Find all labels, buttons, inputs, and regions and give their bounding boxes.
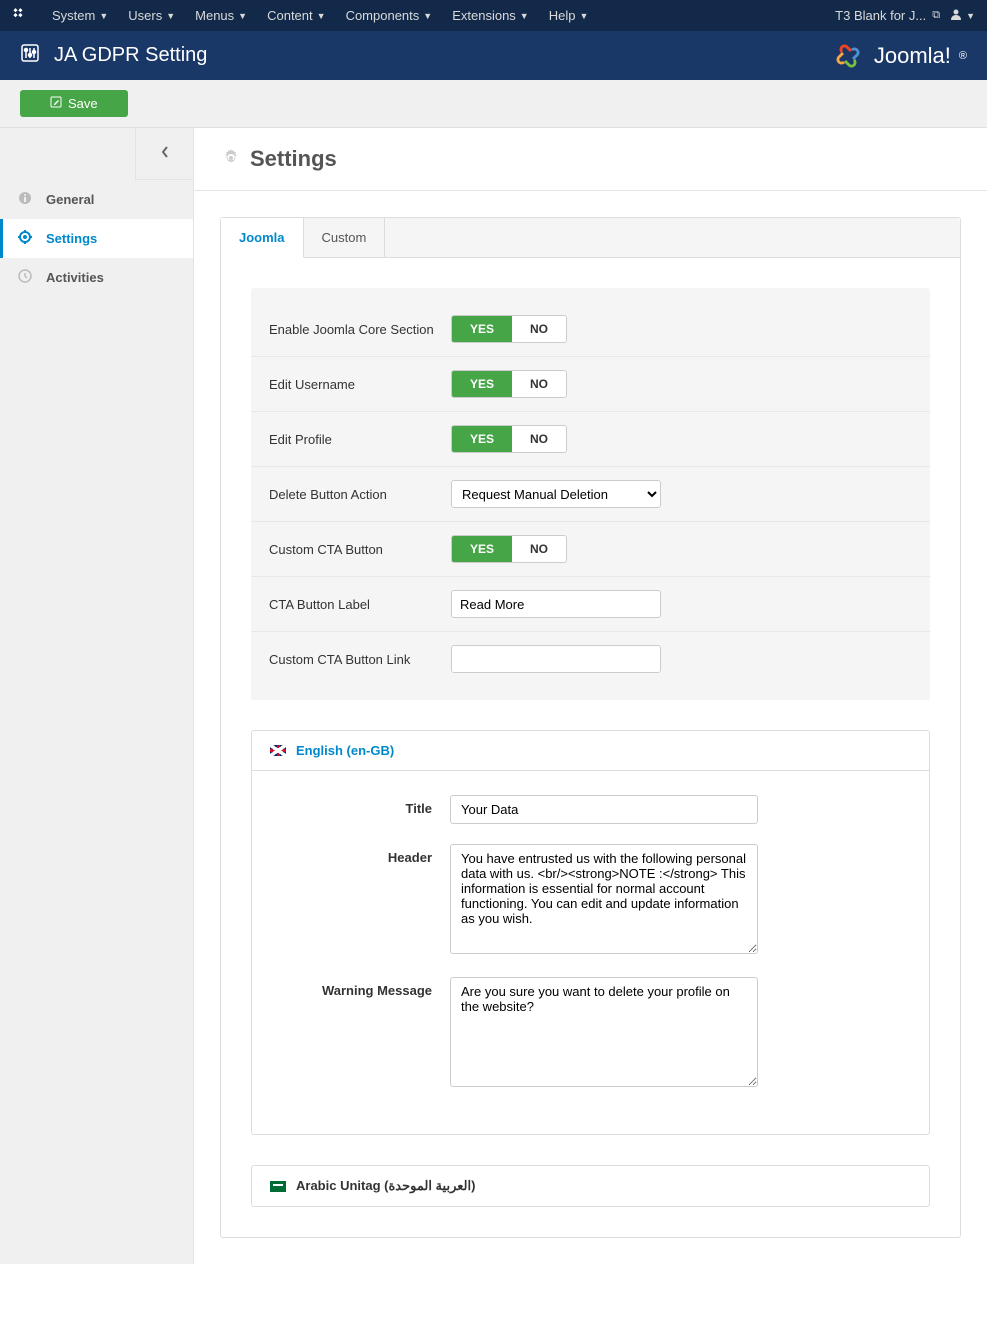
toggle-yes[interactable]: YES xyxy=(452,536,512,562)
caret-down-icon: ▼ xyxy=(966,11,975,21)
toggle-no[interactable]: NO xyxy=(512,316,566,342)
lang-header-en[interactable]: English (en-GB) xyxy=(252,731,929,771)
delete-action-select[interactable]: Request Manual Deletion xyxy=(451,480,661,508)
site-link[interactable]: T3 Blank for J... ⧉ xyxy=(835,8,940,23)
title-input[interactable] xyxy=(450,795,758,824)
menu-menus[interactable]: Menus▼ xyxy=(185,1,257,30)
edit-profile-toggle[interactable]: YES NO xyxy=(451,425,567,453)
edit-profile-label: Edit Profile xyxy=(269,432,451,447)
top-menu: System▼ Users▼ Menus▼ Content▼ Component… xyxy=(42,1,835,30)
caret-down-icon: ▼ xyxy=(99,11,108,21)
sidebar-item-label: General xyxy=(46,192,94,207)
menu-help[interactable]: Help▼ xyxy=(539,1,599,30)
lang-panel-en: English (en-GB) Title Header You have en… xyxy=(251,730,930,1135)
sidebar: General Settings Activities xyxy=(0,128,194,1264)
info-icon xyxy=(18,191,32,208)
custom-cta-toggle[interactable]: YES NO xyxy=(451,535,567,563)
sidebar-collapse-button[interactable] xyxy=(135,128,193,180)
top-navigation: System▼ Users▼ Menus▼ Content▼ Component… xyxy=(0,0,987,31)
menu-extensions[interactable]: Extensions▼ xyxy=(442,1,539,30)
menu-components[interactable]: Components▼ xyxy=(336,1,443,30)
pencil-icon xyxy=(50,96,62,111)
custom-cta-label: Custom CTA Button xyxy=(269,542,451,557)
toggle-yes[interactable]: YES xyxy=(452,371,512,397)
sidebar-item-label: Activities xyxy=(46,270,104,285)
toolbar: Save xyxy=(0,80,987,128)
joomla-logo: Joomla!® xyxy=(830,38,967,74)
menu-users[interactable]: Users▼ xyxy=(118,1,185,30)
warning-label: Warning Message xyxy=(270,977,450,1090)
lang-panel-ar: Arabic Unitag (العربية الموحدة) xyxy=(251,1165,930,1207)
header-label: Header xyxy=(270,844,450,957)
page-title: JA GDPR Setting xyxy=(54,44,207,67)
menu-content[interactable]: Content▼ xyxy=(257,1,335,30)
caret-down-icon: ▼ xyxy=(520,11,529,21)
caret-down-icon: ▼ xyxy=(238,11,247,21)
header-textarea[interactable]: You have entrusted us with the following… xyxy=(450,844,758,954)
warning-textarea[interactable]: Are you sure you want to delete your pro… xyxy=(450,977,758,1087)
tab-joomla[interactable]: Joomla xyxy=(221,218,304,258)
clock-icon xyxy=(18,269,32,286)
user-menu[interactable]: ▼ xyxy=(950,8,975,23)
flag-ar-icon xyxy=(270,1181,286,1192)
sidebar-item-settings[interactable]: Settings xyxy=(0,219,193,258)
equalizer-icon xyxy=(20,43,40,69)
enable-core-label: Enable Joomla Core Section xyxy=(269,322,451,337)
toggle-no[interactable]: NO xyxy=(512,426,566,452)
content-title: Settings xyxy=(250,146,337,172)
cta-link-label: Custom CTA Button Link xyxy=(269,652,451,667)
cta-label-label: CTA Button Label xyxy=(269,597,451,612)
caret-down-icon: ▼ xyxy=(579,11,588,21)
delete-action-label: Delete Button Action xyxy=(269,487,451,502)
flag-gb-icon xyxy=(270,745,286,756)
edit-username-label: Edit Username xyxy=(269,377,451,392)
joomla-icon[interactable] xyxy=(12,6,28,25)
external-link-icon: ⧉ xyxy=(932,9,940,22)
title-label: Title xyxy=(270,795,450,824)
enable-core-toggle[interactable]: YES NO xyxy=(451,315,567,343)
content-header: Settings xyxy=(194,128,987,191)
cta-link-input[interactable] xyxy=(451,645,661,673)
chevron-left-icon xyxy=(161,146,169,161)
toggle-yes[interactable]: YES xyxy=(452,426,512,452)
caret-down-icon: ▼ xyxy=(166,11,175,21)
core-settings-panel: Enable Joomla Core Section YES NO Edit U… xyxy=(251,288,930,700)
cta-label-input[interactable] xyxy=(451,590,661,618)
menu-system[interactable]: System▼ xyxy=(42,1,118,30)
caret-down-icon: ▼ xyxy=(317,11,326,21)
header-bar: JA GDPR Setting Joomla!® xyxy=(0,31,987,80)
sidebar-item-activities[interactable]: Activities xyxy=(0,258,193,297)
gear-icon xyxy=(18,230,32,247)
toggle-no[interactable]: NO xyxy=(512,536,566,562)
gear-icon xyxy=(222,149,240,170)
caret-down-icon: ▼ xyxy=(423,11,432,21)
tab-custom[interactable]: Custom xyxy=(304,218,386,257)
sidebar-item-general[interactable]: General xyxy=(0,180,193,219)
edit-username-toggle[interactable]: YES NO xyxy=(451,370,567,398)
save-button[interactable]: Save xyxy=(20,90,128,117)
toggle-no[interactable]: NO xyxy=(512,371,566,397)
sidebar-item-label: Settings xyxy=(46,231,97,246)
lang-header-ar[interactable]: Arabic Unitag (العربية الموحدة) xyxy=(252,1166,929,1206)
toggle-yes[interactable]: YES xyxy=(452,316,512,342)
settings-tabs: Joomla Custom Enable Joomla Core Section… xyxy=(220,217,961,1238)
user-icon xyxy=(950,8,962,23)
